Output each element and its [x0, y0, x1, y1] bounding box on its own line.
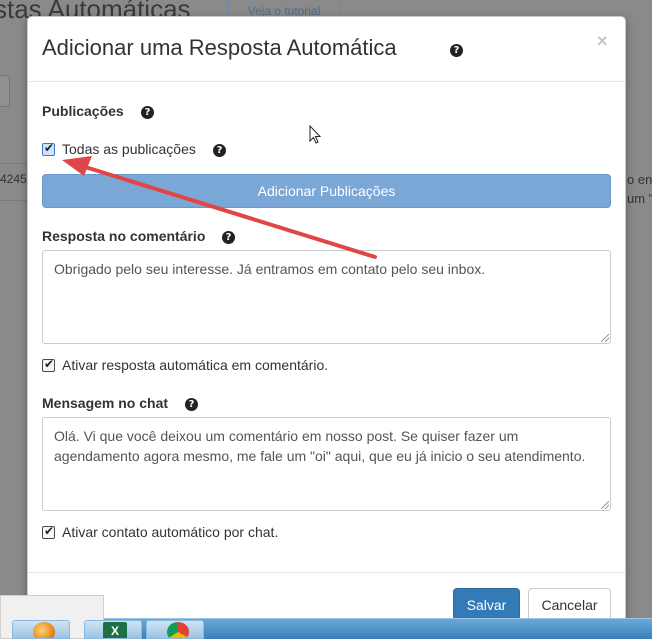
mouse-cursor-icon — [309, 125, 322, 144]
annotation-arrow-icon — [62, 156, 377, 259]
